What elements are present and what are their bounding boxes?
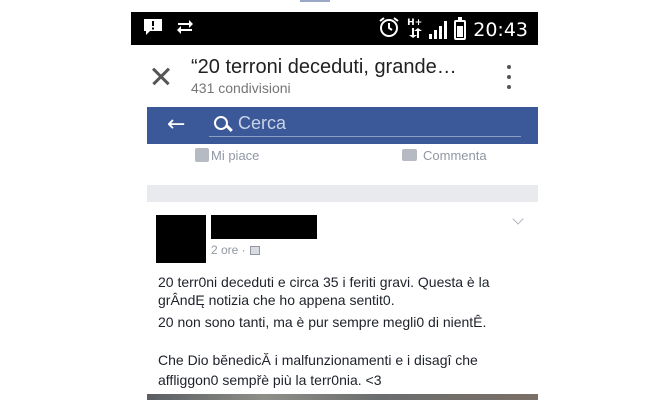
post-text-line: affliggon0 sempřè più la terr0nia. <3 bbox=[158, 372, 382, 388]
page-title: “20 terroni deceduti, grande… bbox=[191, 56, 457, 78]
post-text-line: 20 non sono tanti, ma è pur sempre megli… bbox=[158, 314, 487, 330]
post-text-line: grÂndĘ notizia che ho appena sentit0. bbox=[158, 292, 395, 308]
shared-screenshot: ← Cerca Mi piace Commenta 2 ore · 20 ter… bbox=[147, 107, 538, 400]
share-count: 431 condivisioni bbox=[191, 80, 291, 96]
dot-icon bbox=[507, 65, 511, 69]
search-icon bbox=[213, 115, 233, 135]
privacy-icon bbox=[249, 245, 260, 255]
search-underline bbox=[209, 136, 521, 137]
like-label: Mi piace bbox=[211, 148, 260, 163]
alarm-icon bbox=[378, 16, 400, 43]
battery-icon bbox=[454, 16, 467, 40]
dot-icon bbox=[507, 75, 511, 79]
post-actions: Mi piace Commenta bbox=[147, 144, 538, 169]
app-bar: “20 terroni deceduti, grande… 431 condiv… bbox=[131, 45, 538, 107]
facebook-search-bar: ← Cerca bbox=[147, 107, 538, 144]
post-photo bbox=[147, 394, 538, 400]
search-placeholder: Cerca bbox=[238, 113, 287, 133]
network-type-label: H+ bbox=[407, 17, 423, 28]
chevron-down-icon bbox=[512, 213, 524, 225]
dot-icon bbox=[507, 85, 511, 89]
status-bar: H+ 20:43 bbox=[131, 12, 538, 45]
phone-screen: H+ 20:43 “20 terroni deceduti, grande… 4… bbox=[131, 12, 538, 400]
post-text-line: 20 terr0ni deceduti e circa 35 i feriti … bbox=[158, 274, 490, 290]
clock: 20:43 bbox=[473, 18, 528, 41]
comment-icon bbox=[402, 149, 417, 161]
post-time: 2 ore · bbox=[211, 243, 246, 257]
background-mark bbox=[300, 0, 330, 2]
post-text-line: Che Dio bĕnedicĂ i malfunzionamenti e i … bbox=[158, 352, 478, 368]
redacted-avatar bbox=[156, 215, 206, 263]
post-meta: 2 ore · bbox=[211, 243, 260, 257]
notification-icon bbox=[143, 18, 163, 41]
redacted-name bbox=[211, 215, 317, 239]
comment-label: Commenta bbox=[423, 148, 487, 163]
thumbs-up-icon bbox=[195, 148, 209, 162]
signal-icon bbox=[429, 20, 448, 39]
feed-divider bbox=[147, 185, 538, 202]
sync-icon bbox=[175, 18, 195, 41]
close-button[interactable] bbox=[145, 60, 177, 92]
more-options-button[interactable] bbox=[504, 65, 514, 89]
h-plus-data-icon: H+ bbox=[407, 17, 423, 41]
back-arrow-icon: ← bbox=[167, 112, 186, 137]
